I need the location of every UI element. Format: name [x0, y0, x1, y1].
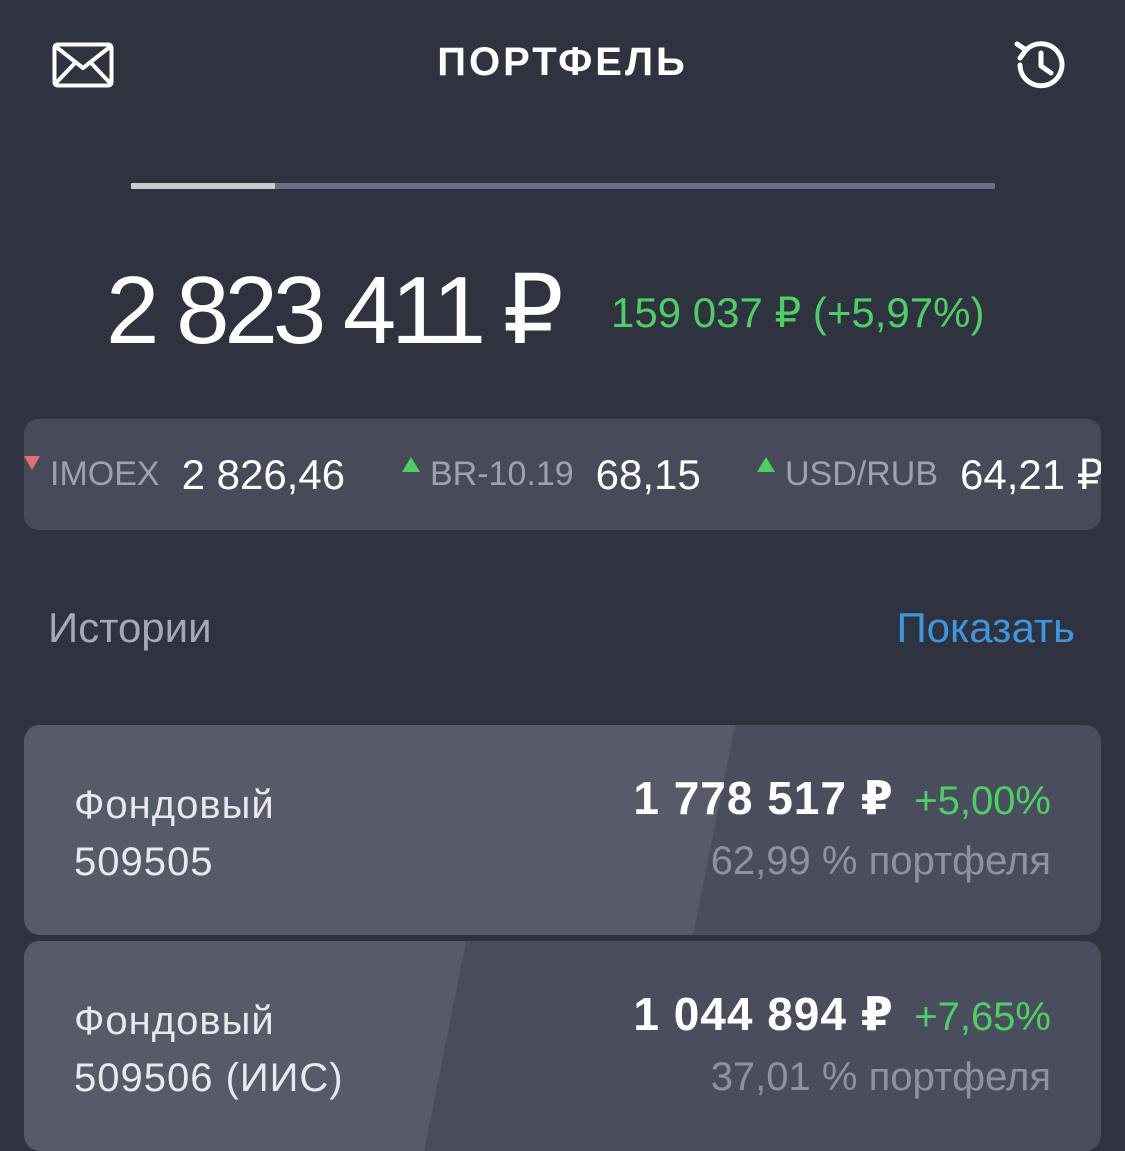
- account-share: 62,99 % портфеля: [710, 839, 1051, 883]
- ticker-usd-rub[interactable]: USD/RUB 64,21 ₽: [757, 419, 1101, 530]
- ticker-value: 68,15: [595, 450, 701, 498]
- page-indicator: [131, 183, 995, 189]
- account-summary: 1 778 517 ₽ +5,00% 62,99 % портфеля: [633, 771, 1051, 884]
- account-name: Фондовый 509506 (ИИС): [74, 993, 344, 1107]
- show-stories-link[interactable]: Показать: [896, 604, 1075, 652]
- ticker-bar[interactable]: IMOEX 2 826,46 BR-10.19 68,15 USD/RUB 64…: [24, 419, 1101, 530]
- arrow-up-icon: [402, 457, 420, 472]
- ticker-value: 2 826,46: [181, 450, 346, 498]
- account-value: 1 044 894 ₽: [633, 988, 894, 1040]
- total-value: 2 823 411 ₽: [106, 257, 564, 364]
- account-share: 37,01 % портфеля: [710, 1055, 1051, 1099]
- page-indicator-active: [131, 183, 275, 189]
- history-button[interactable]: [1005, 30, 1075, 100]
- history-icon: [1014, 41, 1065, 89]
- stories-heading: Истории: [48, 604, 212, 651]
- account-summary: 1 044 894 ₽ +7,65% 37,01 % портфеля: [633, 987, 1051, 1100]
- arrow-down-icon: [24, 455, 40, 470]
- ticker-name: IMOEX: [50, 455, 160, 493]
- account-value: 1 778 517 ₽: [633, 772, 894, 824]
- account-card[interactable]: Фондовый 509506 (ИИС) 1 044 894 ₽ +7,65%…: [24, 941, 1101, 1151]
- account-change: +7,65%: [914, 995, 1051, 1039]
- page-title: ПОРТФЕЛЬ: [437, 40, 688, 84]
- top-bar: ПОРТФЕЛЬ: [0, 0, 1125, 130]
- account-change: +5,00%: [914, 779, 1051, 823]
- ticker-name: USD/RUB: [785, 455, 939, 493]
- ticker-value: 64,21 ₽: [960, 451, 1101, 498]
- account-name: Фондовый 509505: [74, 777, 275, 891]
- account-number: 509506 (ИИС): [74, 1056, 344, 1100]
- ticker-name: BR-10.19: [430, 455, 574, 493]
- account-type: Фондовый: [74, 783, 275, 827]
- ticker-brent[interactable]: BR-10.19 68,15: [402, 419, 701, 530]
- portfolio-total: 2 823 411 ₽ 159 037 ₽ (+5,97%): [0, 250, 1125, 364]
- account-card[interactable]: Фондовый 509505 1 778 517 ₽ +5,00% 62,99…: [24, 725, 1101, 935]
- account-number: 509505: [74, 840, 214, 884]
- total-change: 159 037 ₽ (+5,97%): [611, 289, 985, 336]
- account-type: Фондовый: [74, 999, 275, 1043]
- arrow-up-icon: [757, 457, 775, 472]
- ticker-imoex[interactable]: IMOEX 2 826,46: [24, 419, 345, 530]
